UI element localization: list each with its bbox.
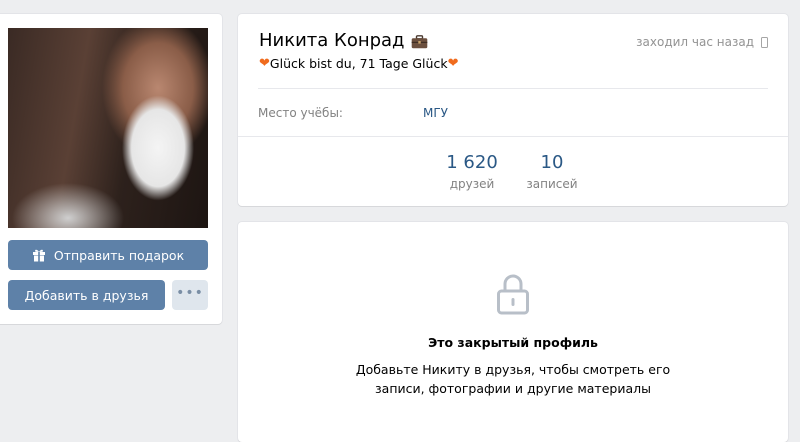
profile-name: Никита Конрад	[259, 30, 405, 51]
more-dots-icon: •••	[176, 285, 204, 301]
briefcase-icon	[411, 34, 428, 48]
add-friend-button[interactable]: Добавить в друзья	[8, 280, 165, 310]
profile-name-row: Никита Конрад	[259, 30, 428, 51]
send-gift-label: Отправить подарок	[53, 247, 185, 263]
posts-counter[interactable]: 10 записей	[522, 152, 582, 191]
closed-profile-description: Добавьте Никиту в друзья, чтобы смотреть…	[355, 362, 671, 396]
more-actions-button[interactable]: •••	[172, 280, 208, 310]
profile-sidebar: Отправить подарок Добавить в друзья •••	[0, 14, 222, 324]
education-label: Место учёбы:	[258, 106, 343, 120]
closed-profile-notice: Это закрытый профиль Добавьте Никиту в д…	[238, 222, 788, 442]
profile-status[interactable]: ❤ Glück bist du, 71 Tage Glück ❤	[259, 56, 458, 71]
heart-icon: ❤	[447, 56, 459, 71]
lock-icon	[496, 272, 530, 316]
add-friend-label: Добавить в друзья	[24, 287, 149, 303]
posts-label: записей	[526, 177, 578, 191]
send-gift-button[interactable]: Отправить подарок	[8, 240, 208, 270]
profile-avatar[interactable]	[8, 28, 208, 228]
divider	[238, 136, 788, 137]
friends-count: 1 620	[446, 152, 498, 173]
divider	[258, 88, 768, 89]
friends-counter[interactable]: 1 620 друзей	[444, 152, 500, 191]
status-text: Glück bist du, 71 Tage Glück	[269, 56, 448, 71]
friends-label: друзей	[449, 177, 495, 191]
closed-profile-title: Это закрытый профиль	[428, 335, 598, 350]
mobile-phone-icon	[761, 36, 768, 48]
last-seen-text: заходил час назад	[636, 35, 754, 49]
profile-header: Никита Конрад заходил час назад ❤ Glück …	[238, 14, 788, 206]
posts-count: 10	[540, 152, 564, 173]
education-link[interactable]: МГУ	[423, 106, 448, 120]
gift-icon	[32, 248, 46, 262]
last-seen-status: заходил час назад	[636, 35, 768, 49]
heart-icon: ❤	[259, 56, 270, 71]
